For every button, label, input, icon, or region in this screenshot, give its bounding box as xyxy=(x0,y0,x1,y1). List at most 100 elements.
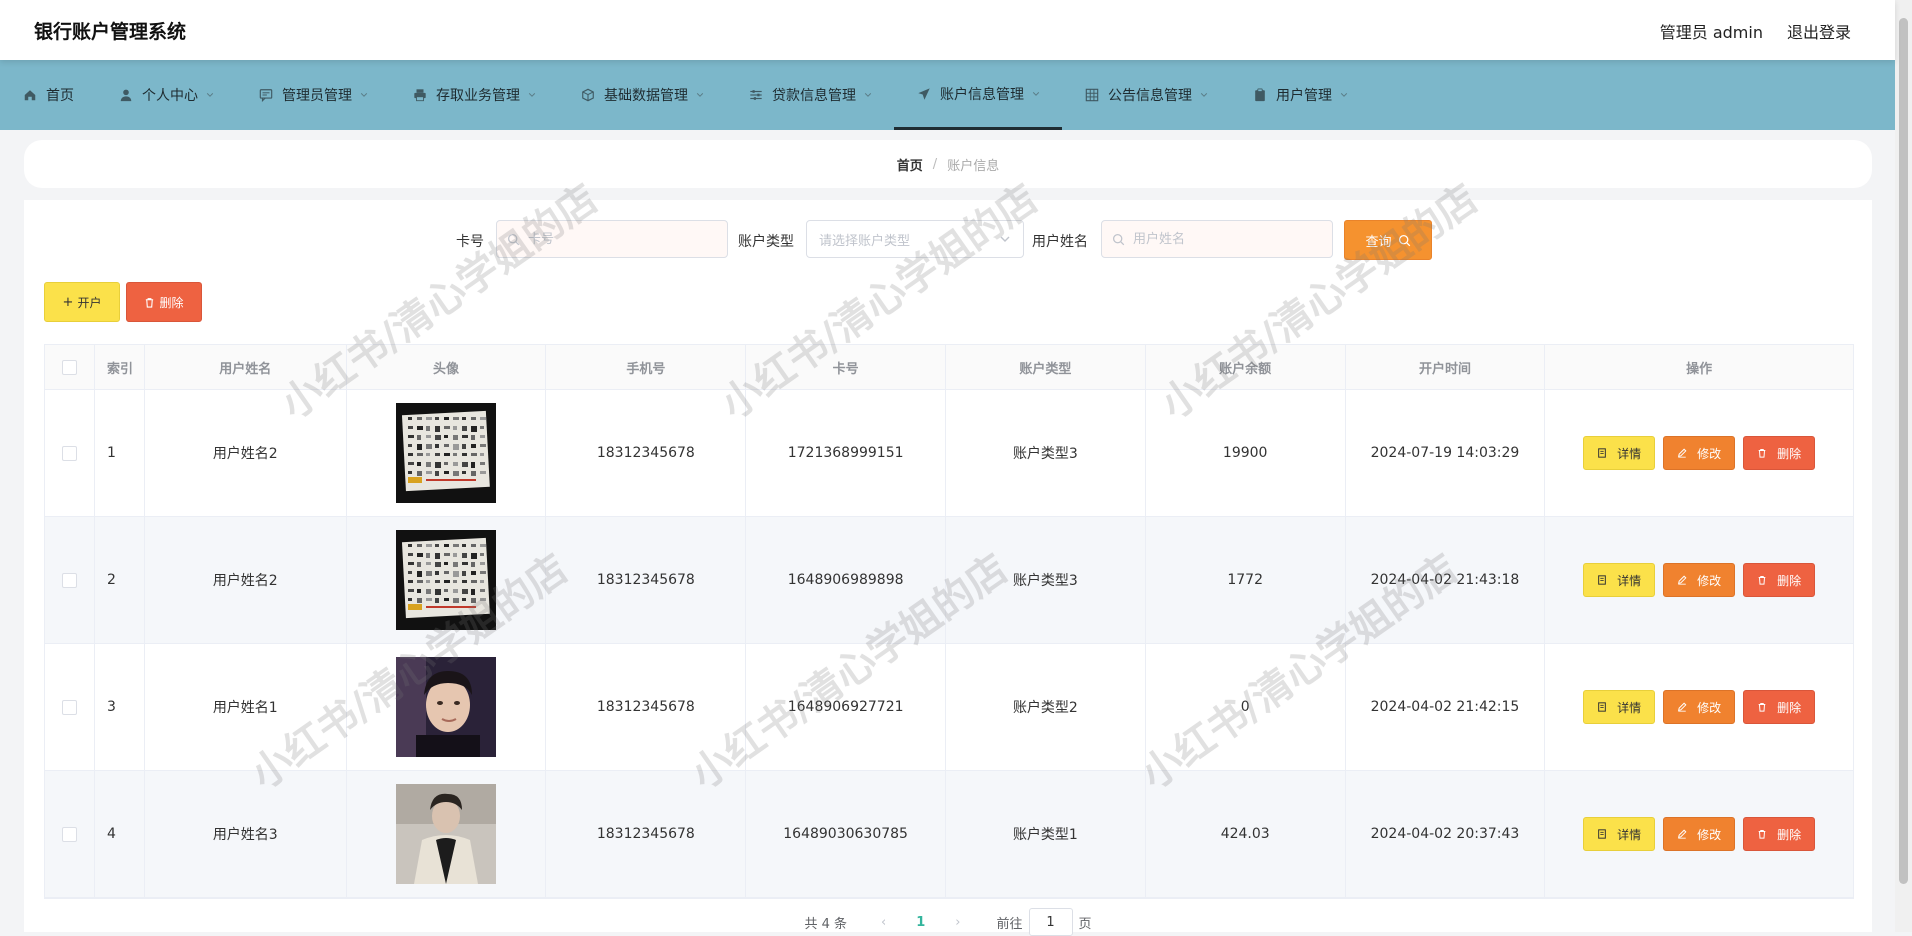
cell-index: 1 xyxy=(95,390,145,516)
cell-actions: 详情 修改 删除 xyxy=(1545,644,1853,770)
delete-button[interactable]: 删除 xyxy=(1743,436,1816,470)
type-label: 账户类型 xyxy=(738,234,794,250)
column-header: 开户时间 xyxy=(1346,345,1546,389)
card-input[interactable] xyxy=(526,230,710,248)
goto-label: 前往 xyxy=(996,916,1023,932)
cell-type: 账户类型3 xyxy=(946,390,1146,516)
column-header: 头像 xyxy=(347,345,547,389)
edit-button[interactable]: 修改 xyxy=(1663,690,1736,724)
name-input-wrap xyxy=(1101,220,1333,258)
nav-item-3[interactable]: 管理员管理 xyxy=(236,60,390,130)
row-checkbox[interactable] xyxy=(61,445,77,461)
chevron-down-icon xyxy=(1000,236,1010,242)
detail-button[interactable]: 详情 xyxy=(1583,817,1656,851)
cell-time: 2024-04-02 21:42:15 xyxy=(1346,644,1546,770)
column-header: 卡号 xyxy=(746,345,947,389)
row-checkbox[interactable] xyxy=(61,572,77,588)
cell-card: 1648906927721 xyxy=(746,644,947,770)
chevron-down-icon xyxy=(1024,86,1040,102)
cell-balance: 424.03 xyxy=(1146,771,1346,897)
row-checkbox[interactable] xyxy=(61,826,77,842)
nav-item-7[interactable]: 账户信息管理 xyxy=(894,60,1062,130)
column-header: 用户姓名 xyxy=(145,345,347,389)
nav-item-4[interactable]: 存取业务管理 xyxy=(390,60,558,130)
open-account-button[interactable]: + 开户 xyxy=(44,282,120,322)
detail-button-label: 详情 xyxy=(1617,573,1642,588)
table-row: 3 用户姓名1 18312345678 1648906927721 账户类型2 0 2024… xyxy=(45,644,1853,771)
next-page-icon[interactable]: › xyxy=(955,915,960,930)
cell-balance: 0 xyxy=(1146,644,1346,770)
pager-current[interactable]: 1 xyxy=(916,915,925,930)
breadcrumb-home[interactable]: 首页 xyxy=(897,155,923,174)
scrollbar-thumb[interactable] xyxy=(1899,18,1908,884)
pagination: 共 4 条 ‹ 1 › 前往 1 页 xyxy=(24,908,1872,936)
prev-page-icon[interactable]: ‹ xyxy=(881,915,886,930)
cell-index: 4 xyxy=(95,771,145,897)
breadcrumb-separator: / xyxy=(932,156,938,172)
logout-link[interactable]: 退出登录 xyxy=(1787,19,1851,43)
type-select[interactable]: 请选择账户类型 xyxy=(806,220,1024,258)
detail-button[interactable]: 详情 xyxy=(1583,436,1656,470)
current-user[interactable]: 管理员 admin xyxy=(1660,19,1763,43)
table-row: 2 用户姓名2 18312345678 1648906989898 账户类型3 1772 2… xyxy=(45,517,1853,644)
page-scrollbar[interactable] xyxy=(1895,0,1912,932)
nav-item-1[interactable]: 首页 xyxy=(0,60,96,130)
grid-icon xyxy=(1084,87,1100,103)
nav-item-2[interactable]: 个人中心 xyxy=(96,60,236,130)
home-icon xyxy=(22,87,38,103)
delete-button[interactable]: 删除 xyxy=(1743,817,1816,851)
breadcrumb: 首页 / 账户信息 xyxy=(24,140,1872,188)
cell-name: 用户姓名2 xyxy=(145,390,347,516)
chevron-down-icon xyxy=(520,87,536,103)
edit-button[interactable]: 修改 xyxy=(1663,436,1736,470)
detail-button[interactable]: 详情 xyxy=(1583,563,1656,597)
nav-item-6[interactable]: 贷款信息管理 xyxy=(726,60,894,130)
user-icon xyxy=(118,87,134,103)
nav-item-5[interactable]: 基础数据管理 xyxy=(558,60,726,130)
column-header: 账户余额 xyxy=(1146,345,1346,389)
delete-button[interactable]: 删除 xyxy=(1743,690,1816,724)
top-right: 管理员 admin 退出登录 xyxy=(1660,19,1851,43)
nav-item-label: 个人中心 xyxy=(142,88,198,104)
avatar[interactable] xyxy=(396,530,497,630)
plus-icon: + xyxy=(62,294,74,310)
edit-icon xyxy=(1677,448,1692,458)
cell-card: 16489030630785 xyxy=(746,771,947,897)
avatar[interactable] xyxy=(396,657,497,757)
chevron-down-icon xyxy=(688,87,704,103)
avatar[interactable] xyxy=(396,784,497,884)
cell-index: 2 xyxy=(95,517,145,643)
main-nav: 首页 个人中心 管理员管理 存取业务管理 基础数据管理 贷款信息管理 账户信息管理 公告信息管… xyxy=(0,60,1895,130)
cube-icon xyxy=(580,87,596,103)
nav-item-9[interactable]: 用户管理 xyxy=(1230,60,1370,130)
row-checkbox[interactable] xyxy=(61,699,77,715)
query-button[interactable]: 查询 xyxy=(1344,220,1432,260)
sliders-icon xyxy=(748,87,764,103)
cell-name: 用户姓名1 xyxy=(145,644,347,770)
delete-button[interactable]: 删除 xyxy=(1743,563,1816,597)
batch-delete-button[interactable]: 删除 xyxy=(126,282,202,322)
app-title: 银行账户管理系统 xyxy=(34,21,187,43)
chevron-down-icon xyxy=(1192,87,1208,103)
cell-name: 用户姓名3 xyxy=(145,771,347,897)
edit-icon xyxy=(1677,829,1692,839)
column-header: 手机号 xyxy=(546,345,747,389)
nav-item-8[interactable]: 公告信息管理 xyxy=(1062,60,1230,130)
main-panel: 卡号 账户类型 请选择账户类型 用户姓名 查询 + 开户 删除 索引用户姓名头像… xyxy=(24,200,1872,936)
document-icon xyxy=(1597,575,1612,585)
cell-phone: 18312345678 xyxy=(546,517,747,643)
name-input[interactable] xyxy=(1131,230,1315,248)
edit-button[interactable]: 修改 xyxy=(1663,563,1736,597)
delete-button-label: 删除 xyxy=(1777,573,1802,588)
row-select-cell xyxy=(45,517,95,643)
cell-actions: 详情 修改 删除 xyxy=(1545,771,1853,897)
document-icon xyxy=(1597,448,1612,458)
page-suffix: 页 xyxy=(1078,916,1092,932)
nav-item-label: 管理员管理 xyxy=(282,88,352,104)
detail-button[interactable]: 详情 xyxy=(1583,690,1656,724)
column-header: 索引 xyxy=(95,345,145,389)
row-select-cell xyxy=(45,644,95,770)
edit-button[interactable]: 修改 xyxy=(1663,817,1736,851)
select-all-checkbox[interactable] xyxy=(61,359,77,375)
avatar[interactable] xyxy=(396,403,497,503)
